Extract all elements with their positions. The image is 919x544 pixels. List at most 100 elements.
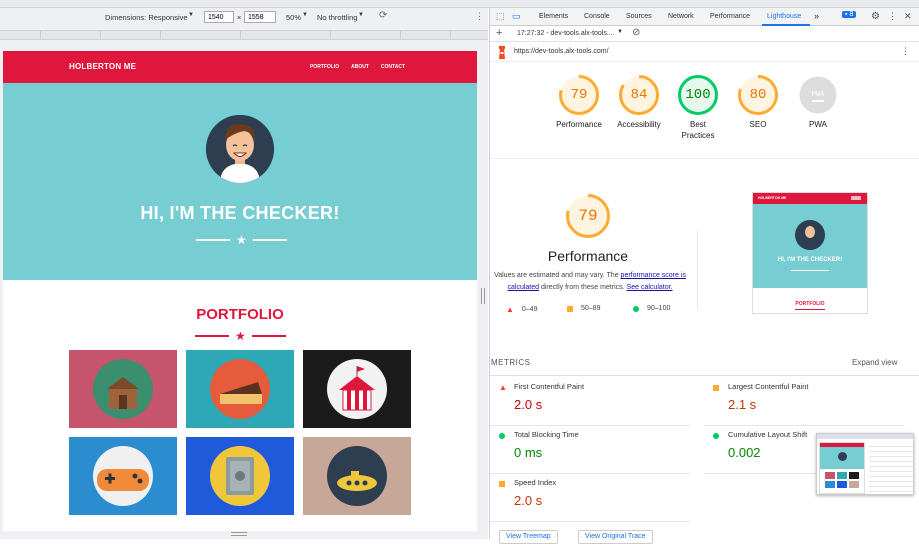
separator xyxy=(490,158,919,159)
score-label: Best Practices xyxy=(681,120,715,140)
thumb-title: HI, I'M THE CHECKER! xyxy=(777,257,843,263)
metric-value: 2.0 s xyxy=(514,493,543,508)
gear-icon[interactable]: ⚙ xyxy=(871,11,880,22)
resize-handle-bottom[interactable] xyxy=(231,532,247,536)
more-options-icon[interactable]: ⋮ xyxy=(888,11,897,22)
portfolio-tile-submarine[interactable] xyxy=(303,437,411,515)
rotate-icon[interactable]: ⟳ xyxy=(379,10,387,21)
score-label: PWA xyxy=(809,120,827,129)
hero-section: HI, I'M THE CHECKER! ★ xyxy=(3,83,477,280)
portfolio-tile-cabin[interactable] xyxy=(69,350,177,428)
chevron-down-icon: ▼ xyxy=(617,29,623,35)
site-brand[interactable]: HOLBERTON ME xyxy=(69,62,136,71)
view-treemap-button[interactable]: View Treemap xyxy=(499,530,558,544)
times-sign: × xyxy=(237,13,242,22)
more-options-icon[interactable]: ⋮ xyxy=(475,11,484,22)
height-input[interactable] xyxy=(244,11,276,23)
avatar xyxy=(206,115,274,183)
portfolio-tile-safe[interactable] xyxy=(186,437,294,515)
tab-performance[interactable]: Performance xyxy=(710,13,750,20)
dimensions-select[interactable]: Dimensions: Responsive xyxy=(105,13,188,22)
star-icon: ★ xyxy=(235,329,246,343)
square-icon xyxy=(567,305,573,312)
chevron-down-icon: ▼ xyxy=(358,12,364,18)
metric-label: Speed Index xyxy=(514,478,557,487)
tab-network[interactable]: Network xyxy=(668,13,694,20)
triangle-icon: ▲ xyxy=(499,383,507,392)
metrics-heading: METRICS xyxy=(491,358,531,367)
tab-console[interactable]: Console xyxy=(584,13,610,20)
metric-value: 2.0 s xyxy=(514,397,543,412)
issues-badge[interactable]: ▪ 8 xyxy=(842,11,857,18)
portfolio-tile-gamepad[interactable] xyxy=(69,437,177,515)
score-label: Accessibility xyxy=(617,120,661,129)
score-gauge-best-practices[interactable]: 100 Best Practices xyxy=(668,75,728,141)
score-label: Performance xyxy=(556,120,602,129)
score-gauge-performance[interactable]: 79 Performance xyxy=(549,75,609,130)
hero-divider: ★ xyxy=(196,233,287,247)
portfolio-tile-circus[interactable] xyxy=(303,350,411,428)
browser-top-strip xyxy=(0,0,919,8)
score-gauge-pwa[interactable]: PWA PWA xyxy=(788,75,848,130)
tab-elements[interactable]: Elements xyxy=(539,13,568,20)
note-text: directly from these metrics. xyxy=(540,284,625,291)
metric-largest-contentful-paint: Largest Contentful Paint 2.1 s xyxy=(704,378,904,426)
report-select[interactable]: 17:27:32 - dev-tools.alx-tools.... xyxy=(517,30,615,37)
lighthouse-logo-icon xyxy=(499,46,505,59)
thumb-brand: HOLBERTON ME xyxy=(758,196,787,200)
score-label: SEO xyxy=(749,120,767,129)
zoom-select[interactable]: 50% xyxy=(286,13,301,22)
square-icon xyxy=(499,481,505,487)
ruler xyxy=(0,30,488,40)
tab-sources[interactable]: Sources xyxy=(626,13,652,20)
metric-first-contentful-paint: ▲ First Contentful Paint 2.0 s xyxy=(490,378,690,426)
legend-fail: ▲ 0–49 xyxy=(506,305,538,314)
close-icon[interactable]: ✕ xyxy=(904,11,912,22)
legend-average: 50–89 xyxy=(567,305,600,312)
legend-label: 90–100 xyxy=(647,305,671,312)
more-tabs-button[interactable]: » xyxy=(814,11,819,21)
width-input[interactable] xyxy=(204,11,234,23)
score-gauge-accessibility[interactable]: 84 Accessibility xyxy=(609,75,669,130)
issues-count: 8 xyxy=(849,11,854,18)
score-value: 80 xyxy=(749,87,767,103)
metric-value: 0 ms xyxy=(514,445,543,460)
final-screenshot-thumbnail[interactable]: HOLBERTON ME HI, I'M THE CHECKER! PORTFO… xyxy=(752,192,868,314)
score-value: 84 xyxy=(630,87,648,103)
inspect-icon[interactable]: ⬚ xyxy=(496,11,505,22)
more-options-icon[interactable]: ⋮ xyxy=(901,46,910,57)
device-toolbar: Dimensions: Responsive ▼ × 50% ▼ No thro… xyxy=(0,8,488,28)
device-toggle-icon[interactable]: ▭ xyxy=(512,11,521,22)
tab-lighthouse[interactable]: Lighthouse xyxy=(767,13,801,20)
score-gauge-seo[interactable]: 80 SEO xyxy=(728,75,788,130)
portfolio-title: PORTFOLIO xyxy=(196,306,284,323)
score-value: 79 xyxy=(570,87,588,103)
nav-link-portfolio[interactable]: PORTFOLIO xyxy=(310,64,339,70)
note-text: Values are estimated and may vary. The xyxy=(494,272,619,279)
chevron-down-icon: ▼ xyxy=(188,12,194,18)
view-original-trace-button[interactable]: View Original Trace xyxy=(578,530,653,544)
resize-handle-right[interactable] xyxy=(481,288,485,304)
expand-view-button[interactable]: Expand view xyxy=(852,358,897,367)
portfolio-tile-cake[interactable] xyxy=(186,350,294,428)
site-navbar: HOLBERTON ME PORTFOLIO ABOUT CONTACT xyxy=(3,51,477,83)
lighthouse-toolbar: + 17:27:32 - dev-tools.alx-tools.... ▼ ⊘ xyxy=(490,26,919,42)
throttling-select[interactable]: No throttling xyxy=(317,13,357,22)
picture-in-picture-preview[interactable] xyxy=(816,433,914,495)
score-value: PWA xyxy=(811,91,825,99)
metric-label: Largest Contentful Paint xyxy=(728,382,809,391)
separator xyxy=(697,230,698,310)
circle-icon xyxy=(499,433,505,439)
square-icon xyxy=(713,385,719,391)
nav-link-contact[interactable]: CONTACT xyxy=(381,64,405,70)
see-calculator-link[interactable]: See calculator. xyxy=(627,284,673,291)
metric-label: Cumulative Layout Shift xyxy=(728,430,808,439)
metric-label: Total Blocking Time xyxy=(514,430,579,439)
star-icon: ★ xyxy=(236,233,247,247)
legend-label: 50–89 xyxy=(581,305,601,312)
clear-icon[interactable]: ⊘ xyxy=(632,27,640,38)
portfolio-divider: ★ xyxy=(195,329,286,343)
plus-icon[interactable]: + xyxy=(496,27,502,39)
nav-link-about[interactable]: ABOUT xyxy=(351,64,369,70)
audited-url[interactable]: https://dev-tools.alx-tools.com/ xyxy=(514,48,609,55)
